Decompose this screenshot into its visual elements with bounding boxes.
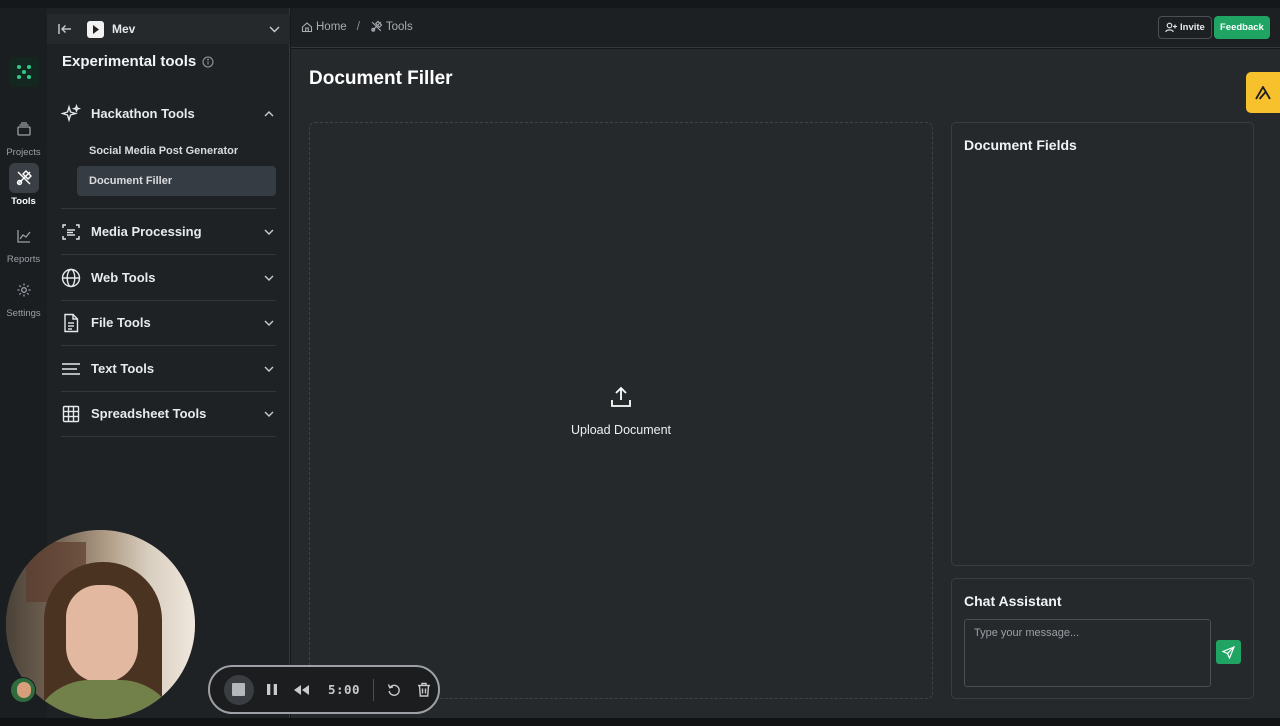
- chevron-down-icon: [262, 362, 276, 376]
- rail-item-projects[interactable]: Projects: [0, 114, 47, 158]
- upload-icon: [609, 385, 633, 414]
- upload-dropzone[interactable]: Upload Document: [309, 122, 933, 699]
- workspace-logo-icon: [87, 20, 104, 38]
- chevron-down-icon: [262, 316, 276, 330]
- sidebar-title-text: Experimental tools: [62, 53, 197, 70]
- group-header-text-tools[interactable]: Text Tools: [61, 346, 276, 391]
- breadcrumb-tools[interactable]: Tools: [370, 20, 413, 33]
- text-lines-icon: [61, 359, 81, 379]
- breadcrumb-tools-label: Tools: [385, 20, 413, 33]
- feedback-button[interactable]: Feedback: [1214, 16, 1270, 39]
- group-label: Hackathon Tools: [91, 106, 195, 121]
- chevron-down-icon: [262, 407, 276, 421]
- group-label: Spreadsheet Tools: [91, 406, 207, 421]
- main-content: Document Filler Upload Document Document…: [291, 49, 1280, 718]
- chart-icon: [9, 221, 39, 251]
- breadcrumb: Home / Tools: [301, 20, 413, 33]
- side-widget-tab[interactable]: [1246, 72, 1280, 113]
- send-icon: [1222, 645, 1235, 659]
- send-button[interactable]: [1216, 640, 1241, 664]
- chat-assistant-title: Chat Assistant: [964, 593, 1062, 609]
- info-icon[interactable]: [202, 56, 214, 68]
- rail-label: Tools: [11, 196, 36, 207]
- stop-icon: [232, 683, 246, 696]
- group-text-tools: Text Tools: [61, 346, 276, 392]
- group-label: Media Processing: [91, 224, 202, 239]
- webcam-person-face: [66, 585, 138, 683]
- chevron-up-icon: [262, 107, 276, 121]
- document-fields-title: Document Fields: [964, 137, 1077, 153]
- chevron-down-icon: [262, 271, 276, 285]
- group-web-tools: Web Tools: [61, 255, 276, 301]
- group-label: Text Tools: [91, 361, 155, 376]
- workspace-switcher[interactable]: Mev: [47, 14, 290, 44]
- tool-item-document-filler[interactable]: Document Filler: [77, 166, 276, 196]
- sparkles-icon: [61, 103, 81, 124]
- invite-button[interactable]: Invite: [1158, 16, 1212, 39]
- file-icon: [61, 313, 81, 333]
- rail-label: Projects: [6, 147, 41, 158]
- invite-label: Invite: [1180, 22, 1205, 33]
- layers-icon: [9, 114, 39, 144]
- pause-icon: [266, 684, 277, 695]
- avatar-face: [17, 682, 31, 698]
- restart-button[interactable]: [380, 676, 408, 704]
- stop-recording-button[interactable]: [224, 674, 254, 705]
- workspace-name: Mev: [112, 22, 136, 36]
- group-header-web-tools[interactable]: Web Tools: [61, 255, 276, 300]
- rail-item-settings[interactable]: Settings: [0, 275, 47, 319]
- tool-item-social-media-post-generator[interactable]: Social Media Post Generator: [77, 136, 276, 166]
- globe-icon: [61, 268, 81, 288]
- rail-item-tools[interactable]: Tools: [0, 163, 47, 207]
- group-label: File Tools: [91, 315, 151, 330]
- chevron-down-icon: [269, 20, 280, 38]
- tools-icon: [8, 163, 39, 193]
- group-file-tools: File Tools: [61, 300, 276, 346]
- avatar[interactable]: [10, 677, 36, 703]
- group-header-spreadsheet-tools[interactable]: Spreadsheet Tools: [61, 391, 276, 436]
- restart-icon: [387, 683, 400, 696]
- chat-message-input[interactable]: [964, 619, 1211, 687]
- group-header-media-processing[interactable]: Media Processing: [61, 209, 276, 254]
- controls-divider: [373, 678, 375, 701]
- recording-controls: 5:00: [208, 665, 440, 714]
- group-spreadsheet-tools: Spreadsheet Tools: [61, 391, 276, 437]
- collapse-sidebar-icon[interactable]: [55, 19, 75, 39]
- rail-item-reports[interactable]: Reports: [0, 221, 47, 265]
- bottom-strip: [0, 718, 1280, 726]
- breadcrumb-home-label: Home: [316, 20, 347, 33]
- top-bar: Home / Tools Invite Feedback: [291, 8, 1280, 48]
- rail-label: Settings: [6, 308, 41, 319]
- chat-assistant-panel: Chat Assistant: [951, 578, 1254, 699]
- group-header-hackathon-tools[interactable]: Hackathon Tools: [61, 91, 276, 136]
- widget-logo-icon: [1255, 85, 1271, 100]
- rewind-button[interactable]: [288, 676, 316, 704]
- page-title: Document Filler: [309, 68, 453, 89]
- delete-recording-button[interactable]: [410, 676, 438, 704]
- user-plus-icon: [1165, 22, 1177, 33]
- group-media-processing: Media Processing: [61, 209, 276, 255]
- pause-button[interactable]: [258, 676, 286, 704]
- chevron-down-icon: [262, 225, 276, 239]
- group-header-file-tools[interactable]: File Tools: [61, 300, 276, 345]
- trash-icon: [418, 682, 431, 697]
- app-logo[interactable]: [9, 57, 39, 87]
- home-icon: [301, 21, 313, 32]
- feedback-label: Feedback: [1220, 22, 1264, 33]
- upload-label: Upload Document: [570, 422, 672, 437]
- recording-timer: 5:00: [327, 682, 361, 697]
- document-fields-panel: Document Fields: [951, 122, 1254, 566]
- scan-text-icon: [61, 222, 81, 242]
- rewind-icon: [294, 684, 310, 695]
- group-label: Web Tools: [91, 270, 156, 285]
- group-hackathon-tools: Hackathon Tools Social Media Post Genera…: [61, 91, 276, 209]
- table-icon: [61, 404, 81, 424]
- rail-label: Reports: [6, 254, 41, 265]
- tools-icon: [371, 20, 383, 32]
- breadcrumb-home[interactable]: Home: [301, 21, 347, 33]
- breadcrumb-separator: /: [356, 20, 360, 33]
- gear-icon: [9, 275, 39, 305]
- sidebar-title: Experimental tools: [62, 53, 214, 70]
- app-window: Projects Tools Reports Settings Mev Expe…: [0, 0, 1280, 726]
